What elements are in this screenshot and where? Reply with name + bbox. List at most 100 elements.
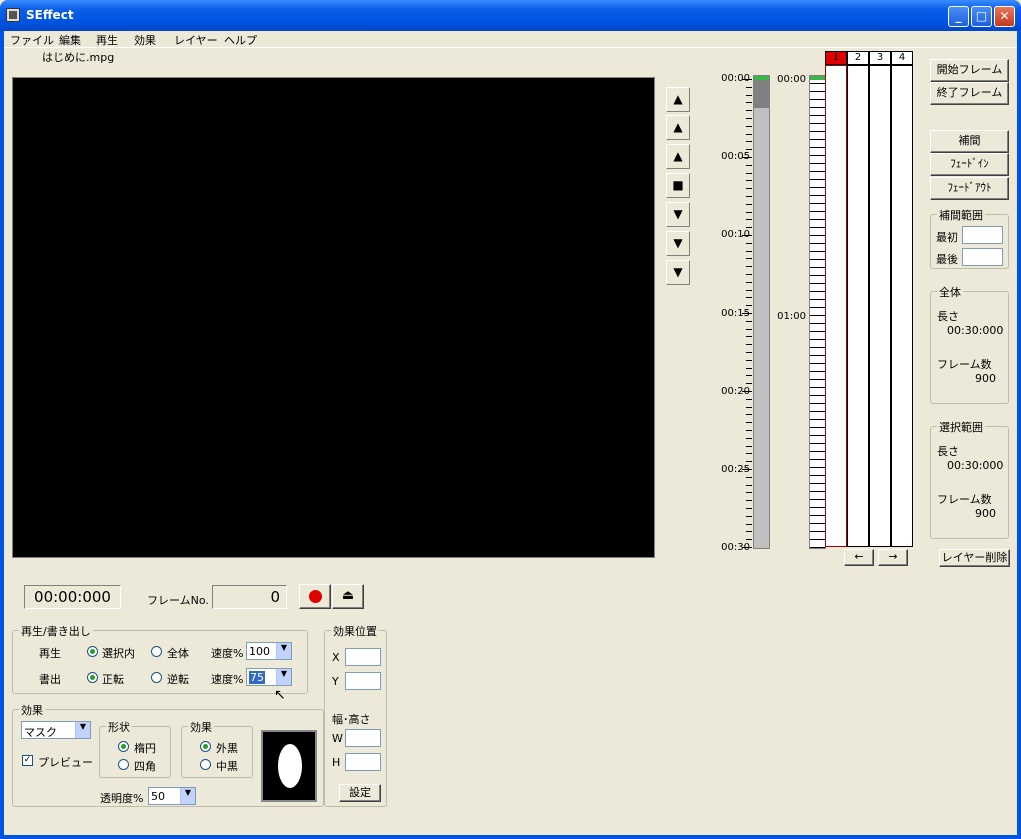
layer-left-button[interactable]: ← — [844, 549, 874, 566]
delete-layer-button[interactable]: レイヤー削除 — [939, 549, 1010, 567]
interpolate-button[interactable]: 補間 — [930, 130, 1009, 153]
scale-tick — [746, 500, 752, 502]
scale-tick — [746, 141, 752, 143]
playback-title: 再生/書き出し — [19, 623, 93, 639]
write-forward-radio[interactable] — [87, 672, 98, 683]
effect-outer-radio[interactable] — [200, 741, 211, 752]
minimize-button[interactable]: _ — [948, 6, 969, 27]
eject-button[interactable]: ⏏ — [332, 584, 364, 609]
play-all-label: 全体 — [167, 647, 189, 660]
effect-type-select[interactable]: マスク ▼ — [21, 721, 91, 739]
layer-track-3[interactable] — [869, 65, 891, 547]
time-scrollbar[interactable] — [753, 75, 770, 549]
fast-up-button[interactable]: ▲ — [666, 115, 690, 140]
set-button[interactable]: 設定 — [339, 784, 381, 802]
timeline-ruler[interactable] — [809, 75, 826, 549]
scale-tick — [746, 203, 752, 205]
write-label: 書出 — [39, 673, 61, 686]
first-input[interactable] — [962, 226, 1003, 244]
layer-right-button[interactable]: → — [878, 549, 908, 566]
scale-tick — [746, 118, 752, 119]
shape-rect-label: 四角 — [134, 760, 156, 773]
layer-tab-1[interactable]: 1 — [825, 51, 847, 65]
scale-tick — [746, 211, 752, 213]
play-speed-label: 速度% — [211, 647, 244, 660]
step-up-button[interactable]: ▲ — [666, 144, 690, 169]
scroll-thumb[interactable] — [754, 80, 769, 108]
write-forward-label: 正転 — [102, 673, 124, 686]
w-input[interactable] — [345, 729, 381, 747]
video-preview[interactable] — [12, 77, 655, 558]
interp-range-group: 補間範囲 最初 最後 — [930, 207, 1009, 269]
jump-end-button[interactable]: ▼ — [666, 260, 690, 285]
opacity-label: 透明度% — [100, 792, 144, 805]
play-speed-value: 100 — [249, 645, 270, 658]
scale-tick — [746, 437, 752, 439]
opacity-select[interactable]: 50 ▼ — [148, 787, 196, 805]
h-input[interactable] — [345, 753, 381, 771]
total-length-label: 長さ — [937, 310, 959, 323]
effect-inner-radio[interactable] — [200, 759, 211, 770]
layer-track-4[interactable] — [891, 65, 913, 547]
step-down-button[interactable]: ▼ — [666, 202, 690, 227]
layer-tab-4[interactable]: 4 — [891, 51, 913, 65]
scale-tick — [746, 289, 752, 291]
scale-tick — [746, 94, 752, 96]
scale-tick — [746, 125, 752, 127]
menu-help[interactable]: ヘルプ — [224, 32, 257, 48]
write-reverse-label: 逆転 — [167, 673, 189, 686]
last-input[interactable] — [962, 248, 1003, 266]
y-input[interactable] — [345, 672, 381, 690]
play-all-radio[interactable] — [151, 646, 162, 657]
scale-tick — [742, 547, 752, 548]
start-frame-button[interactable]: 開始フレーム — [930, 59, 1009, 82]
first-label: 最初 — [936, 231, 958, 244]
chevron-down-icon: ▼ — [276, 669, 291, 685]
write-reverse-radio[interactable] — [151, 672, 162, 683]
menu-play[interactable]: 再生 — [96, 32, 118, 48]
close-button[interactable]: ✕ — [994, 6, 1015, 27]
x-label: X — [332, 651, 340, 664]
menu-effect[interactable]: 効果 — [134, 32, 156, 48]
menu-file[interactable]: ファイル — [10, 32, 54, 48]
stop-button[interactable]: ■ — [666, 173, 690, 198]
scale-tick — [746, 344, 752, 346]
scale-tick — [746, 188, 752, 190]
scale-tick — [746, 383, 752, 385]
record-button[interactable] — [299, 584, 331, 609]
shape-rect-radio[interactable] — [118, 759, 129, 770]
scale-tick — [746, 281, 752, 283]
scale-tick — [746, 336, 752, 338]
play-selection-radio[interactable] — [87, 646, 98, 657]
x-input[interactable] — [345, 648, 381, 666]
layer-tab-2[interactable]: 2 — [847, 51, 869, 65]
ellipse-shape — [278, 744, 302, 788]
scale-tick — [746, 328, 752, 330]
play-selection-label: 選択内 — [102, 647, 135, 660]
shape-ellipse-radio[interactable] — [118, 741, 129, 752]
end-frame-button[interactable]: 終了フレーム — [930, 82, 1009, 105]
menu-layer[interactable]: レイヤー — [174, 32, 218, 48]
preview-label: プレビュー — [38, 756, 93, 769]
layer-track-1[interactable] — [825, 65, 847, 547]
layer-tab-3[interactable]: 3 — [869, 51, 891, 65]
playback-group: 再生/書き出し 再生 選択内 全体 速度% 100 ▼ 書出 正転 逆転 速度%… — [12, 623, 308, 694]
layer-track-2[interactable] — [847, 65, 869, 547]
app-icon — [6, 8, 20, 22]
menu-edit[interactable]: 編集 — [59, 32, 81, 48]
scale-tick — [746, 375, 752, 377]
fade-out-button[interactable]: ﾌｪｰﾄﾞｱｳﾄ — [930, 177, 1009, 200]
selection-frames-label: フレーム数 — [937, 493, 992, 506]
play-speed-select[interactable]: 100 ▼ — [246, 642, 292, 660]
write-speed-select[interactable]: 75 ▼ — [246, 668, 292, 686]
total-title: 全体 — [937, 284, 963, 300]
fast-down-button[interactable]: ▼ — [666, 231, 690, 256]
maximize-button[interactable]: □ — [971, 6, 992, 27]
scale-tick — [746, 515, 752, 517]
position-title: 効果位置 — [331, 623, 379, 639]
jump-start-button[interactable]: ▲ — [666, 87, 690, 112]
title-bar[interactable]: SEffect _ □ ✕ — [0, 0, 1021, 31]
h-label: H — [332, 756, 341, 769]
preview-checkbox[interactable]: ✓ — [22, 755, 33, 766]
fade-in-button[interactable]: ﾌｪｰﾄﾞｲﾝ — [930, 153, 1009, 176]
